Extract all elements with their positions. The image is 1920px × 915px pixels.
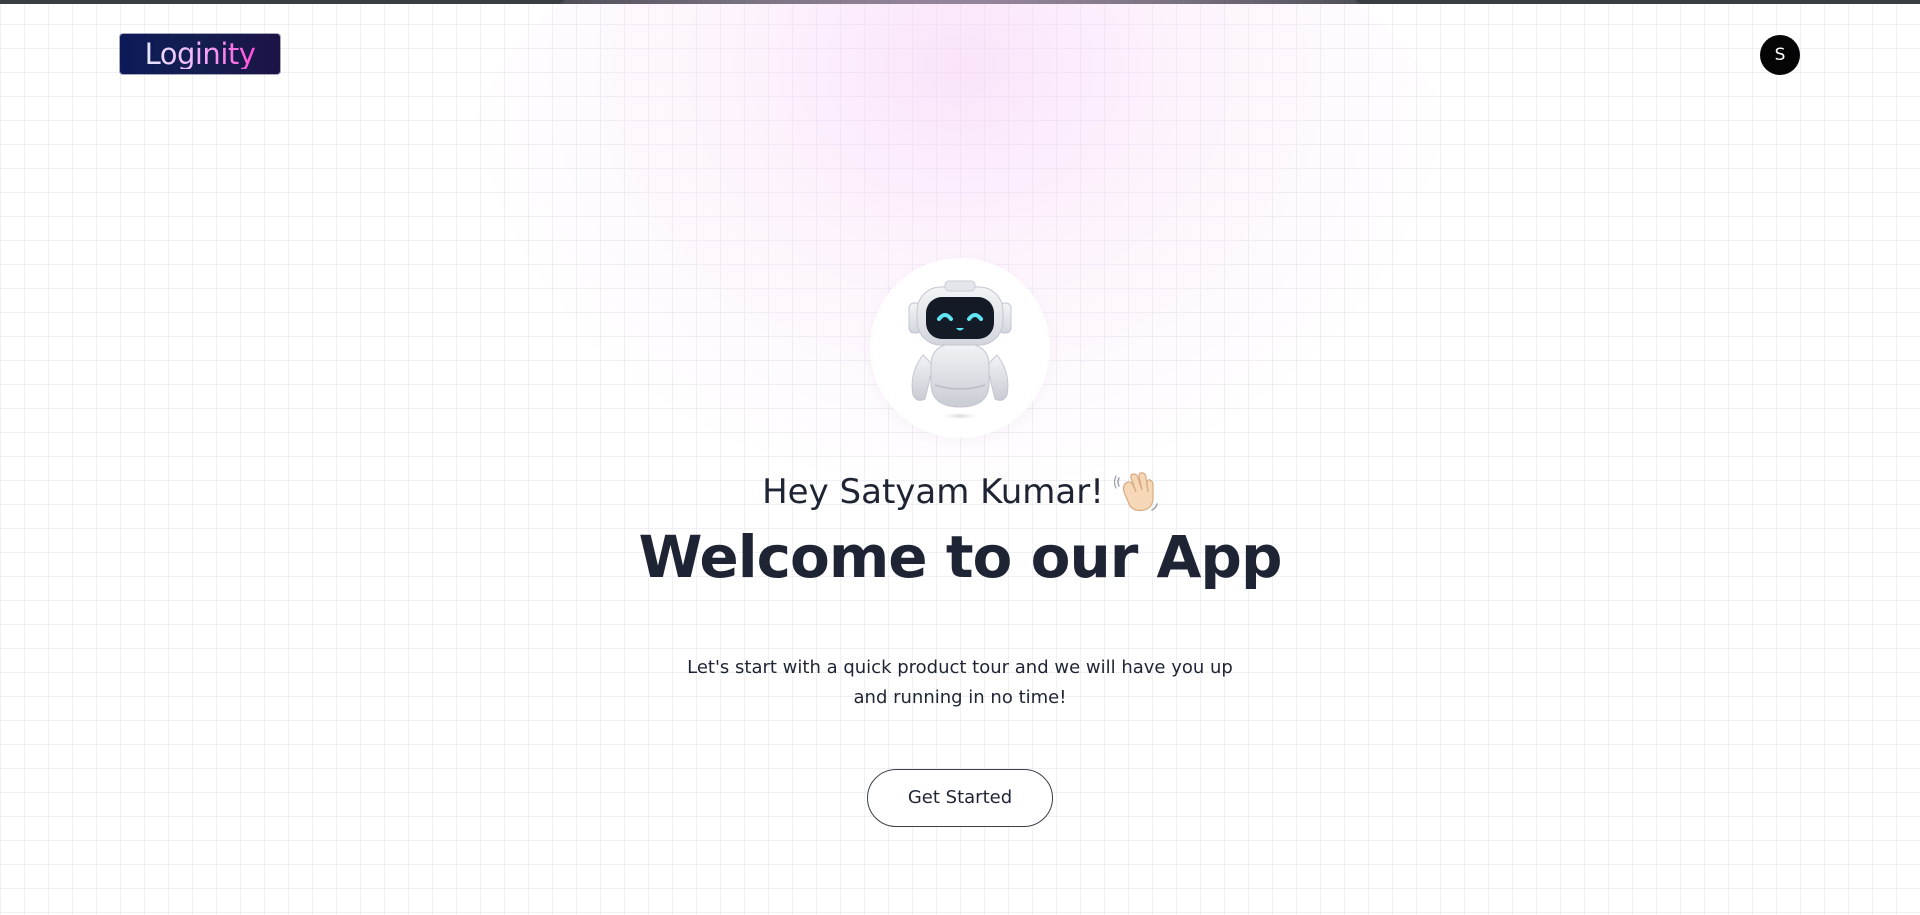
page-title: Welcome to our App (638, 523, 1283, 591)
mascot-container (870, 258, 1050, 438)
user-avatar-initial: S (1774, 45, 1786, 65)
user-avatar[interactable]: S (1760, 35, 1800, 75)
welcome-page: Loginity S Hey Satyam Kumar! Welcome to … (0, 0, 1920, 915)
greeting-text: Hey Satyam Kumar! (762, 472, 1104, 512)
intro-text: Let's start with a quick product tour an… (687, 656, 1233, 708)
get-started-button[interactable]: Get Started (867, 768, 1053, 827)
greeting: Hey Satyam Kumar! (762, 468, 1158, 516)
robot-mascot-icon (908, 280, 1012, 420)
header: Loginity S (0, 4, 1920, 104)
hero-section: Hey Satyam Kumar! Welcome to our App Let… (0, 258, 1920, 827)
app-logo[interactable]: Loginity (120, 34, 280, 74)
waving-hand-icon (1113, 472, 1158, 512)
app-logo-text: Loginity (144, 36, 256, 71)
